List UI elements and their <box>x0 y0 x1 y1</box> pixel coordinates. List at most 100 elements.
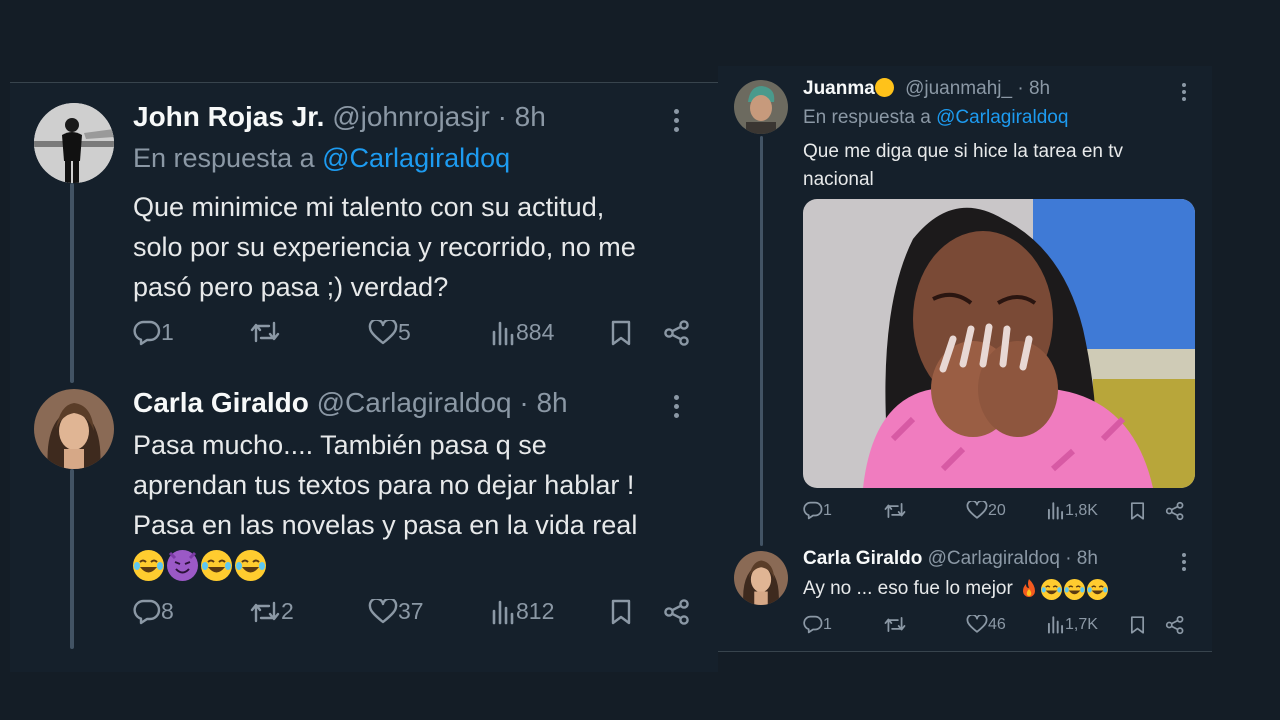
share-button[interactable] <box>663 598 691 626</box>
views-count: 1,8K <box>1065 501 1098 519</box>
views-button[interactable]: 1,7K <box>1046 615 1098 634</box>
bookmark-button[interactable] <box>609 319 633 347</box>
like-button[interactable]: 5 <box>368 319 411 346</box>
author-handle[interactable]: @Carlagiraldoq <box>317 387 512 418</box>
share-icon <box>1165 501 1184 521</box>
more-options-icon[interactable] <box>674 395 679 418</box>
bookmark-icon <box>1130 616 1145 634</box>
thread-line <box>70 469 74 649</box>
reply-to-mention[interactable]: @Carlagiraldoq <box>322 143 510 173</box>
more-options-icon[interactable] <box>1182 83 1186 101</box>
tweet-text: Pasa mucho.... También pasa q se aprenda… <box>133 425 637 585</box>
views-button[interactable]: 812 <box>490 598 554 625</box>
avatar-carla-giraldo[interactable] <box>34 389 114 469</box>
views-chart-icon <box>1047 502 1064 520</box>
retweet-button[interactable]: 2 <box>249 598 294 625</box>
author-handle[interactable]: @juanmahj_ <box>905 78 1012 99</box>
bookmark-icon <box>1130 502 1145 520</box>
bookmark-button[interactable] <box>1129 615 1146 635</box>
tweet-text-line: aprendan tus textos para no dejar hablar… <box>133 470 635 500</box>
retweet-button[interactable] <box>249 319 281 345</box>
retweet-button[interactable] <box>883 501 907 520</box>
tweet-time[interactable]: · 8h <box>498 101 546 132</box>
views-chart-icon <box>492 321 514 345</box>
tweet-header: Carla Giraldo @Carlagiraldoq · 8h <box>803 548 1098 570</box>
reply-context: En respuesta a @Carlagiraldoq <box>803 107 1068 129</box>
reply-icon <box>803 501 823 520</box>
reply-button[interactable]: 1 <box>803 501 832 520</box>
author-handle[interactable]: @johnrojasjr <box>332 101 490 132</box>
reply-prefix: En respuesta a <box>803 107 931 128</box>
reply-to-mention[interactable]: @Carlagiraldoq <box>936 107 1068 128</box>
bookmark-icon <box>611 599 631 625</box>
share-button[interactable] <box>1165 501 1185 521</box>
tweet-time[interactable]: · 8h <box>519 387 567 418</box>
tweet-text-line: Pasa en las novelas y pasa en la vida re… <box>133 510 638 540</box>
tweet-actions: 1 20 1,8K <box>803 501 1193 523</box>
tweet-text: Ay no ... eso fue lo mejor <box>803 576 1108 602</box>
tweet-actions: 1 46 1,7K <box>803 615 1193 637</box>
retweet-count: 2 <box>281 598 294 624</box>
reply-count: 1 <box>161 319 174 345</box>
views-chart-icon <box>492 600 514 624</box>
more-options-icon[interactable] <box>1182 553 1186 571</box>
tweet-time[interactable]: · 8h <box>1065 548 1098 569</box>
reply-count: 1 <box>823 501 832 519</box>
share-icon <box>664 320 689 346</box>
retweet-icon <box>884 503 906 518</box>
reply-prefix: En respuesta a <box>133 143 315 173</box>
views-button[interactable]: 1,8K <box>1046 501 1098 520</box>
reply-icon <box>133 320 161 345</box>
more-options-icon[interactable] <box>674 109 679 132</box>
laughing-tears-emoji <box>1086 578 1108 600</box>
tweet-text-line: Ay no ... eso fue lo mejor <box>803 578 1013 599</box>
tweet-text-line: Que me diga que si hice la tarea en tv <box>803 141 1124 162</box>
author-name[interactable]: Carla Giraldo <box>133 387 309 418</box>
author-name[interactable]: John Rojas Jr. <box>133 101 324 132</box>
author-name[interactable]: Carla Giraldo <box>803 548 922 569</box>
like-count: 37 <box>398 598 424 624</box>
share-icon <box>1165 615 1184 635</box>
fire-emoji <box>1019 578 1039 600</box>
tweet-header: Carla Giraldo @Carlagiraldoq · 8h <box>133 387 568 419</box>
avatar-carla-giraldo[interactable] <box>734 551 788 605</box>
tweet-text: Que minimice mi talento con su actitud, … <box>133 187 636 307</box>
emoji-row <box>133 545 637 585</box>
like-count: 46 <box>988 615 1006 633</box>
like-count: 5 <box>398 319 411 345</box>
tweet-text-line: pasó pero pasa ;) verdad? <box>133 272 449 302</box>
reply-button[interactable]: 1 <box>803 615 832 634</box>
author-name[interactable]: Juanma <box>803 78 875 99</box>
reply-button[interactable]: 1 <box>133 319 174 346</box>
reply-button[interactable]: 8 <box>133 598 174 625</box>
avatar-juanma[interactable] <box>734 80 788 134</box>
like-button[interactable]: 46 <box>966 615 1006 634</box>
retweet-icon <box>884 617 906 632</box>
avatar-john-rojas[interactable] <box>34 103 114 183</box>
like-button[interactable]: 37 <box>368 598 424 625</box>
tweet-text: Que me diga que si hice la tarea en tv n… <box>803 138 1123 194</box>
views-button[interactable]: 884 <box>490 319 554 346</box>
tweet-media-image[interactable] <box>803 199 1195 488</box>
retweet-button[interactable] <box>883 615 907 634</box>
share-button[interactable] <box>1165 615 1185 635</box>
laughing-tears-emoji <box>201 549 232 581</box>
tweet-header: Juanma @juanmahj_ · 8h <box>803 78 1050 100</box>
bookmark-button[interactable] <box>609 598 633 626</box>
tweet-time[interactable]: · 8h <box>1017 78 1050 99</box>
heart-icon <box>966 501 988 519</box>
tweet-actions: 8 2 37 812 <box>133 598 693 628</box>
heart-icon <box>368 319 398 344</box>
bookmark-icon <box>611 320 631 346</box>
bookmark-button[interactable] <box>1129 501 1146 521</box>
views-count: 812 <box>516 598 555 624</box>
author-handle[interactable]: @Carlagiraldoq <box>928 548 1060 569</box>
like-button[interactable]: 20 <box>966 501 1006 520</box>
reply-count: 1 <box>823 615 832 633</box>
laughing-tears-emoji <box>1040 578 1062 600</box>
thread-line <box>70 183 74 383</box>
views-count: 1,7K <box>1065 615 1098 633</box>
reply-count: 8 <box>161 598 174 624</box>
share-button[interactable] <box>663 319 691 347</box>
right-tweet-panel: Juanma @juanmahj_ · 8h En respuesta a @C… <box>718 66 1212 652</box>
